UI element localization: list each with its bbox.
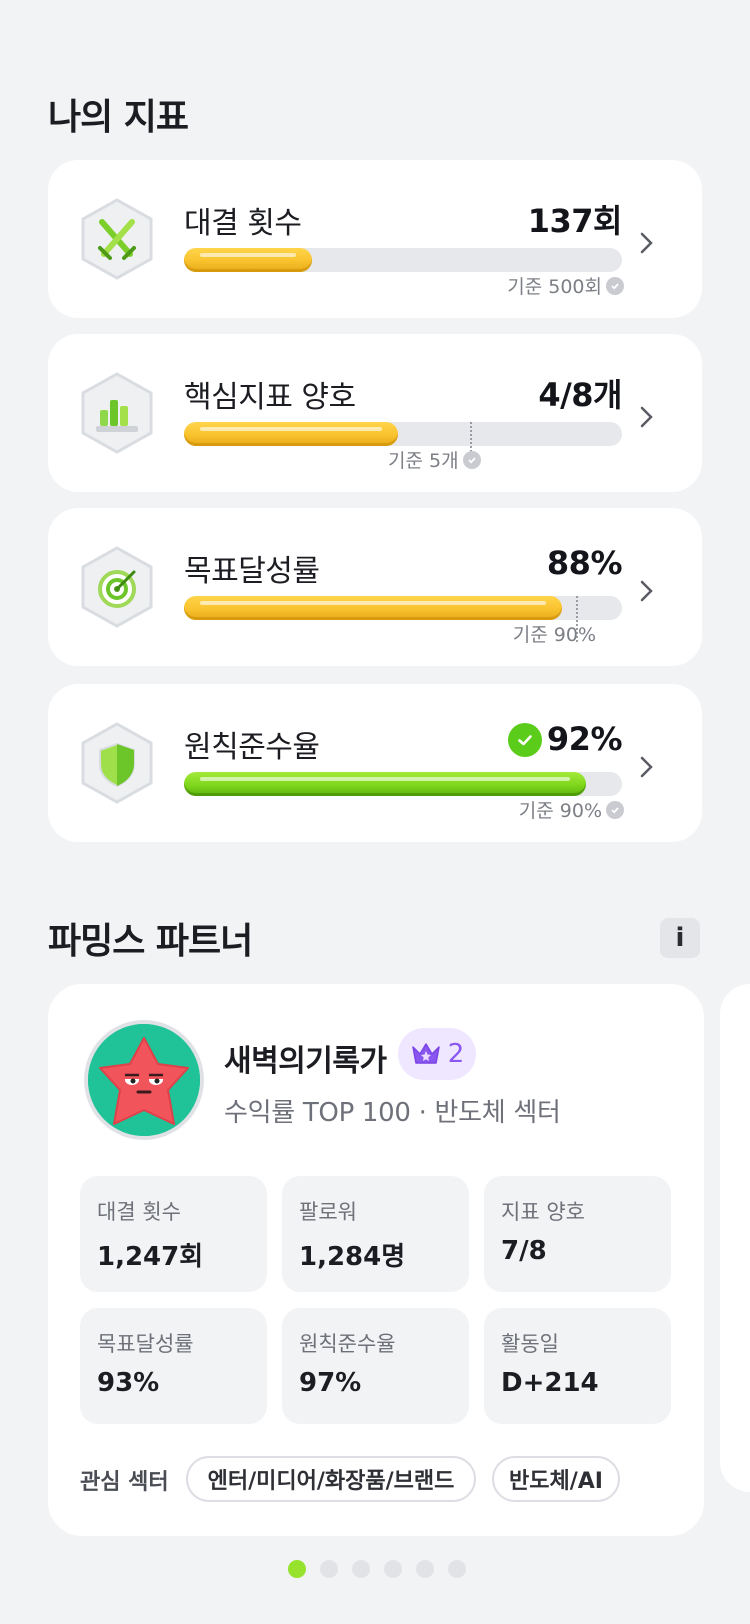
stat-label: 지표 양호	[501, 1200, 585, 1224]
partner-name: 새벽의기록가	[224, 1044, 387, 1079]
reference-label: 기준 90%	[519, 796, 624, 823]
stat-label: 활동일	[501, 1332, 559, 1356]
metric-value: 92%	[546, 720, 623, 758]
level-value: 2	[447, 1039, 465, 1069]
stat-indicators: 지표 양호 7/8	[484, 1176, 671, 1292]
sector-chip[interactable]: 엔터/미디어/화장품/브랜드	[186, 1456, 476, 1502]
metric-name: 핵심지표 양호	[184, 380, 356, 415]
progress-track	[184, 422, 622, 468]
level-badge: 2	[398, 1028, 476, 1080]
stat-value: 93%	[97, 1368, 160, 1398]
check-circle-icon	[508, 723, 542, 757]
metric-name: 대결 횟수	[184, 206, 302, 241]
stat-followers: 팔로워 1,284명	[282, 1176, 469, 1292]
partner-card[interactable]: 새벽의기록가 2 수익률 TOP 100 · 반도체 섹터 대결 횟수 1,24…	[48, 984, 704, 1536]
stat-principle-rate: 원칙준수율 97%	[282, 1308, 469, 1424]
star-character-icon	[88, 1024, 200, 1136]
pagination-dot[interactable]	[416, 1560, 434, 1578]
metric-value: 137회	[527, 202, 623, 240]
progress-fill	[184, 422, 398, 446]
partner-section-title: 파밍스 파트너	[48, 921, 253, 962]
chevron-right-icon	[640, 580, 653, 602]
info-button[interactable]: i	[660, 918, 700, 958]
progress-fill	[184, 596, 562, 620]
stat-value: 97%	[299, 1368, 362, 1398]
metric-card-goal-rate[interactable]: 목표달성률 88% 기준 90%	[48, 508, 702, 666]
progress-fill	[184, 772, 586, 796]
pagination-dot[interactable]	[320, 1560, 338, 1578]
chevron-right-icon	[640, 406, 653, 428]
stat-battles: 대결 횟수 1,247회	[80, 1176, 267, 1292]
check-icon	[462, 450, 481, 469]
chevron-right-icon	[640, 756, 653, 778]
stat-label: 목표달성률	[97, 1332, 194, 1356]
metric-value: 4/8개	[538, 376, 622, 414]
progress-track	[184, 596, 622, 642]
info-icon: i	[675, 923, 685, 953]
pagination-dot[interactable]	[352, 1560, 370, 1578]
carousel-pagination	[288, 1560, 466, 1578]
stat-value: 7/8	[501, 1236, 547, 1266]
reference-label: 기준 500회	[507, 272, 624, 299]
stat-label: 팔로워	[299, 1200, 357, 1224]
bar-chart-icon	[81, 372, 153, 454]
reference-label: 기준 90%	[512, 624, 596, 646]
my-metrics-title: 나의 지표	[48, 97, 189, 138]
pagination-dot[interactable]	[448, 1560, 466, 1578]
chevron-right-icon	[640, 232, 653, 254]
partner-subtitle: 수익률 TOP 100 · 반도체 섹터	[224, 1098, 561, 1128]
stat-label: 원칙준수율	[299, 1332, 396, 1356]
avatar[interactable]	[84, 1020, 204, 1140]
stat-label: 대결 횟수	[97, 1200, 181, 1224]
progress-track	[184, 772, 622, 796]
stat-value: 1,284명	[299, 1242, 406, 1272]
check-icon	[606, 276, 624, 295]
sector-label: 관심 섹터	[80, 1470, 169, 1495]
target-icon	[81, 546, 153, 628]
metric-name: 목표달성률	[184, 554, 320, 589]
progress-track	[184, 248, 622, 272]
sector-chip[interactable]: 반도체/AI	[492, 1456, 620, 1502]
crossed-swords-icon	[81, 198, 153, 280]
metric-card-key-indicators[interactable]: 핵심지표 양호 4/8개 기준 5개	[48, 334, 702, 492]
metric-name: 원칙준수율	[184, 730, 320, 765]
stat-value: D+214	[501, 1368, 599, 1398]
metric-card-principle-rate[interactable]: 원칙준수율 92% 기준 90%	[48, 684, 702, 842]
metric-value: 88%	[546, 544, 623, 582]
crown-icon	[411, 1043, 440, 1064]
stat-goal-rate: 목표달성률 93%	[80, 1308, 267, 1424]
next-partner-card-peek[interactable]	[720, 984, 750, 1492]
check-icon	[606, 800, 624, 819]
metric-card-battles[interactable]: 대결 횟수 137회 기준 500회	[48, 160, 702, 318]
pagination-dot-active[interactable]	[288, 1560, 306, 1578]
stat-value: 1,247회	[97, 1242, 204, 1272]
shield-icon	[81, 722, 153, 804]
progress-fill	[184, 248, 312, 272]
pagination-dot[interactable]	[384, 1560, 402, 1578]
stat-active-days: 활동일 D+214	[484, 1308, 671, 1424]
reference-label: 기준 5개	[388, 446, 481, 473]
